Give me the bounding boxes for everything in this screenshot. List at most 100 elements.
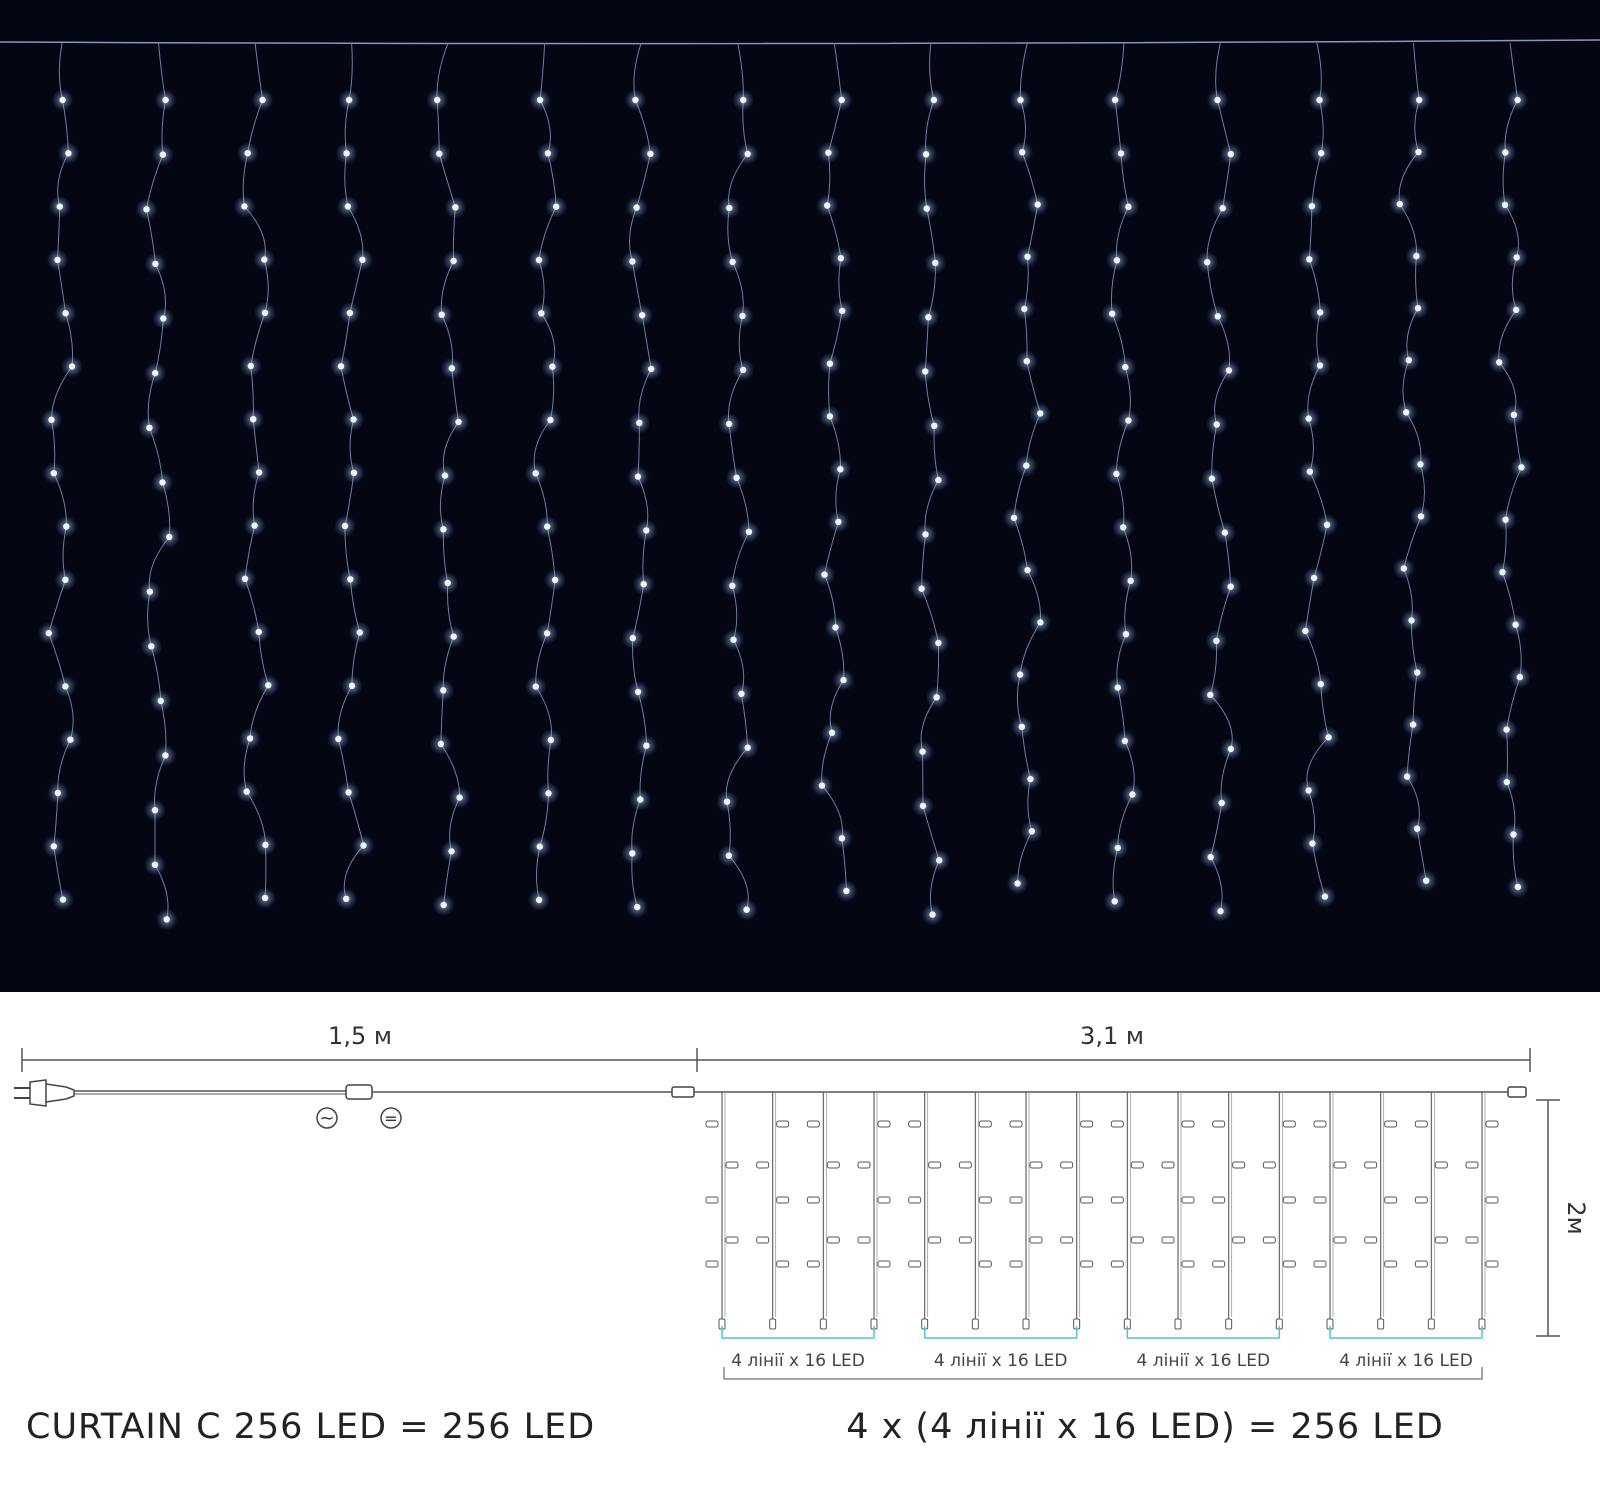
- led-bulb: [647, 150, 654, 157]
- led-bulb: [739, 312, 746, 320]
- led-bulb: [450, 633, 457, 640]
- led-bulb: [1510, 411, 1518, 418]
- groups-formula: 4 x (4 лінії x 16 LED) = 256 LED: [846, 1407, 1444, 1447]
- led-bulb: [1518, 464, 1525, 471]
- curtain-width-label: 3,1 м: [1080, 1022, 1144, 1050]
- led-bulb: [828, 729, 836, 736]
- led-bulb: [1208, 475, 1216, 482]
- led-bulb: [1217, 908, 1224, 915]
- led-bulb: [639, 312, 646, 319]
- diagram-led: [1384, 1260, 1398, 1268]
- diagram-led: [776, 1120, 790, 1128]
- led-bulb: [725, 420, 733, 428]
- connector-right: [1507, 1086, 1527, 1098]
- led-bulb: [535, 896, 543, 904]
- led-bulb: [347, 576, 354, 583]
- diagram-led: [1434, 1161, 1448, 1169]
- led-bulb: [444, 579, 451, 587]
- led-bulb: [62, 683, 69, 690]
- diagram-led: [756, 1161, 770, 1169]
- led-bulb: [65, 150, 72, 157]
- led-bulb: [1317, 680, 1325, 688]
- led-bulb: [544, 150, 552, 157]
- led-bulb: [261, 309, 269, 316]
- diagram-led: [1282, 1120, 1296, 1128]
- diagram-led: [725, 1236, 739, 1244]
- led-bulb: [146, 588, 154, 595]
- led-bulb: [62, 310, 69, 317]
- led-bulb: [63, 523, 70, 530]
- led-bulb: [1417, 513, 1425, 520]
- diagram-led: [1364, 1161, 1378, 1169]
- diagram-led: [756, 1236, 770, 1244]
- diagram-led: [725, 1161, 739, 1169]
- led-bulb: [744, 150, 751, 158]
- led-bulb: [643, 527, 650, 534]
- led-bulb: [818, 782, 826, 789]
- led-bulb: [835, 518, 842, 526]
- diagram-led: [776, 1260, 790, 1268]
- led-bulb: [536, 96, 544, 104]
- led-bulb: [1028, 828, 1036, 835]
- led-bulb: [739, 366, 747, 374]
- led-bulb: [1306, 468, 1314, 475]
- led-bulb: [1214, 313, 1222, 320]
- led-bulb: [1204, 259, 1211, 266]
- led-bulb: [1113, 470, 1120, 478]
- diagram-led: [806, 1120, 820, 1128]
- led-bulb: [143, 206, 150, 213]
- diagram-led: [1384, 1196, 1398, 1204]
- led-bulb: [255, 628, 262, 636]
- led-bulb: [1221, 529, 1229, 536]
- led-bulb: [1503, 778, 1511, 786]
- led-bulb: [933, 694, 940, 701]
- led-bulb: [345, 789, 352, 796]
- dc-symbol-icon: =: [380, 1107, 402, 1129]
- led-bulb: [54, 789, 62, 797]
- led-bulb: [1317, 309, 1324, 316]
- led-bulb: [1415, 148, 1422, 156]
- led-bulb: [832, 624, 839, 631]
- dimension-curtain-width: 3,1 м: [697, 1022, 1531, 1072]
- led-bulb: [825, 149, 832, 156]
- led-bulb: [1037, 619, 1044, 626]
- led-bulb: [1129, 791, 1136, 798]
- led-bulb: [743, 906, 750, 913]
- led-bulb: [441, 472, 449, 479]
- group-label: 4 лінії x 16 LED: [731, 1351, 865, 1371]
- led-bulb: [261, 256, 268, 263]
- led-bulb: [1416, 96, 1423, 104]
- led-bulb: [935, 476, 942, 484]
- led-bulb: [246, 735, 254, 742]
- led-bulb: [723, 798, 731, 805]
- diagram-led: [1009, 1196, 1023, 1204]
- led-bulb: [929, 911, 936, 918]
- led-bulb: [360, 842, 367, 849]
- led-bulb: [54, 256, 61, 264]
- led-bulb: [438, 311, 445, 318]
- led-bulb: [733, 474, 740, 481]
- led-bulb: [1302, 627, 1309, 635]
- diagram-led: [1029, 1236, 1043, 1244]
- led-bulb: [160, 315, 167, 322]
- led-bulb: [448, 848, 455, 855]
- led-bulb: [1414, 669, 1421, 676]
- led-bulb: [455, 418, 462, 426]
- led-bulb: [922, 151, 930, 158]
- led-bulb: [1109, 310, 1116, 317]
- connector-left: [671, 1086, 695, 1098]
- led-bulb: [726, 204, 733, 212]
- led-bulb: [922, 368, 929, 375]
- diagram-led: [978, 1196, 992, 1204]
- diagram-led: [1333, 1161, 1347, 1169]
- led-bulb: [918, 585, 925, 592]
- diagram-led: [1313, 1260, 1327, 1268]
- led-bulb: [1114, 844, 1122, 852]
- led-bulb: [151, 861, 159, 868]
- led-bulb: [434, 96, 441, 104]
- led-bulb: [244, 150, 251, 157]
- diagram-led: [1009, 1120, 1023, 1128]
- diagram-strands: [705, 1092, 1499, 1330]
- led-bulb: [1514, 883, 1522, 891]
- curtain-diagram: 1,5 м 3,1 м 2м ~ = 4 лінії x 16 LED 4 лін…: [14, 1022, 1590, 1447]
